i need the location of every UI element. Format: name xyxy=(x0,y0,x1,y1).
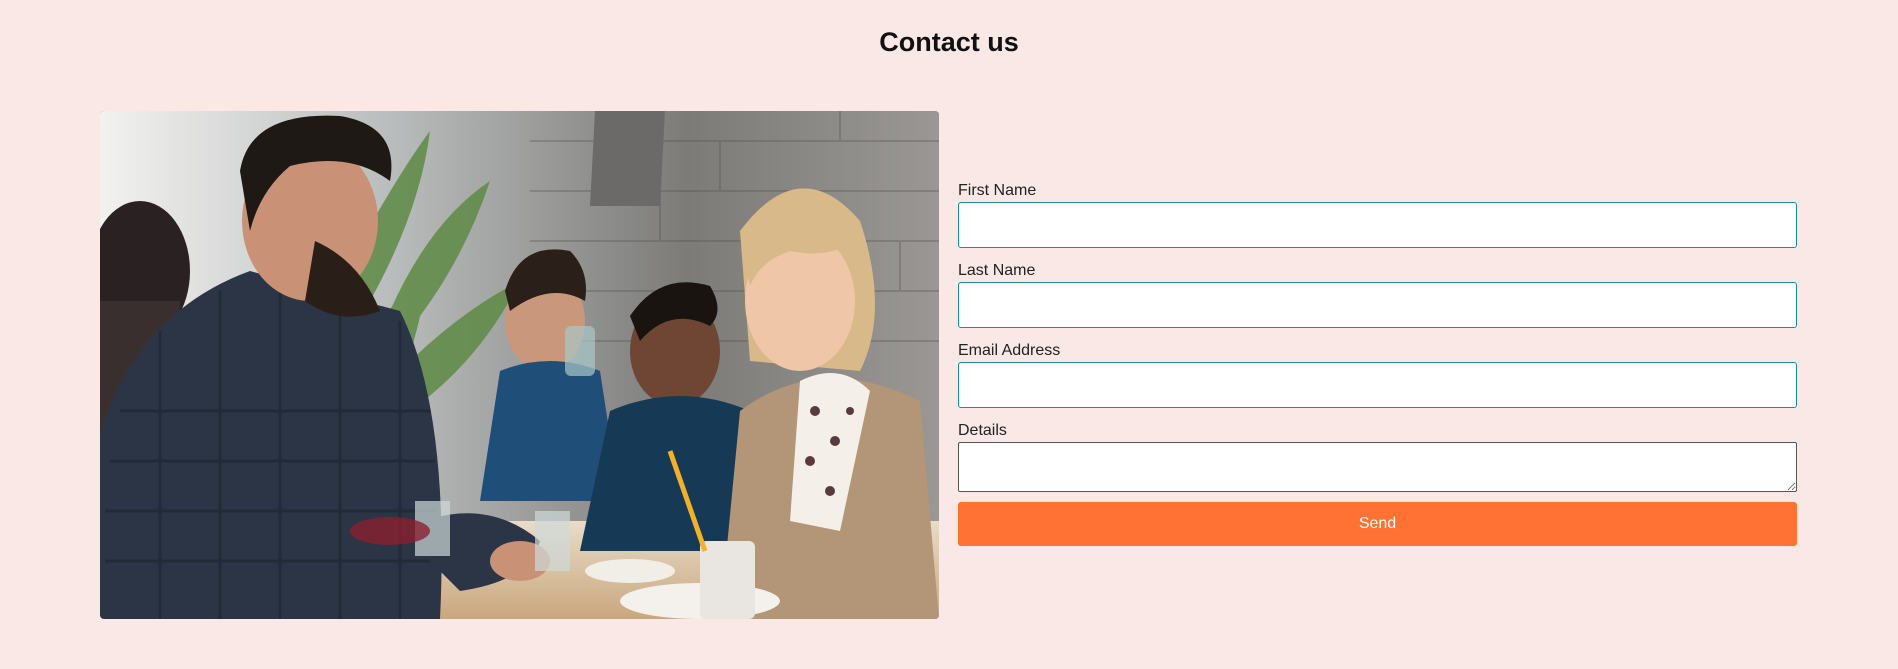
contact-form: First Name Last Name Email Address Detai… xyxy=(958,180,1798,546)
email-address-field[interactable] xyxy=(958,362,1797,408)
details-label: Details xyxy=(958,422,1007,439)
last-name-field[interactable] xyxy=(958,282,1797,328)
details-textarea[interactable] xyxy=(958,442,1797,492)
restaurant-group-photo xyxy=(100,111,939,619)
first-name-field[interactable] xyxy=(958,202,1797,248)
page-title: Contact us xyxy=(879,27,1019,57)
send-button[interactable]: Send xyxy=(958,502,1797,546)
first-name-label: First Name xyxy=(958,182,1037,199)
last-name-label: Last Name xyxy=(958,262,1036,279)
email-address-label: Email Address xyxy=(958,342,1061,359)
